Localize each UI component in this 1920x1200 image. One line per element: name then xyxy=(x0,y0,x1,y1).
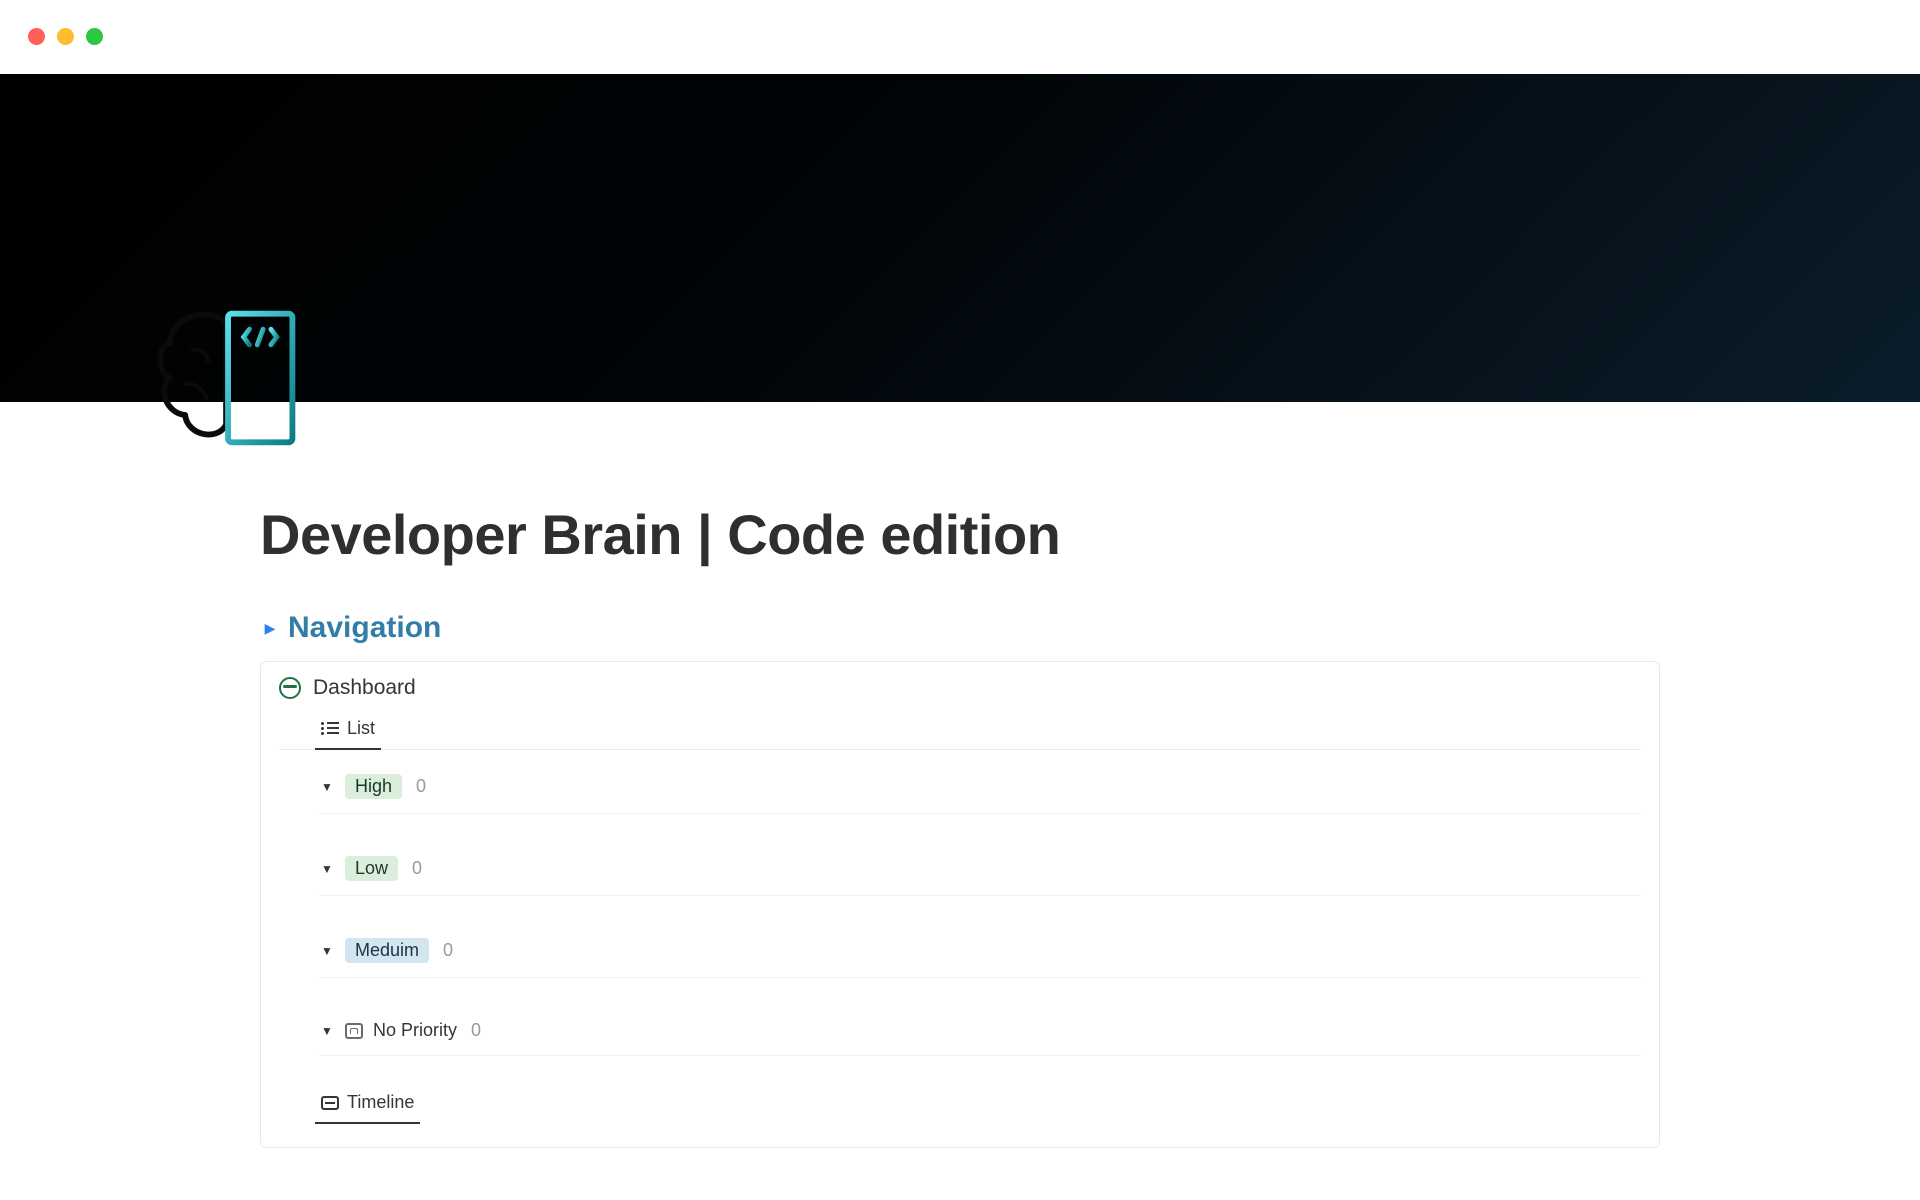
triangle-right-icon: ▶ xyxy=(260,620,280,637)
globe-icon xyxy=(279,677,301,699)
window-close-button[interactable] xyxy=(28,28,45,45)
group-no-priority[interactable]: ▼ No Priority 0 xyxy=(319,1006,1641,1056)
view-tabs: List xyxy=(279,712,1641,750)
group-medium-count: 0 xyxy=(443,940,453,961)
list-icon xyxy=(321,722,339,736)
group-low-count: 0 xyxy=(412,858,422,879)
chevron-down-icon[interactable]: ▼ xyxy=(319,1024,335,1038)
navigation-toggle[interactable]: ▶ Navigation xyxy=(260,611,1660,645)
priority-tag-low: Low xyxy=(345,856,398,881)
chevron-down-icon[interactable]: ▼ xyxy=(319,780,335,794)
group-low[interactable]: ▼ Low 0 xyxy=(319,842,1641,896)
tab-list[interactable]: List xyxy=(319,712,377,749)
priority-tag-medium: Meduim xyxy=(345,938,429,963)
window-minimize-button[interactable] xyxy=(57,28,74,45)
page-icon[interactable] xyxy=(152,300,308,456)
page-title[interactable]: Developer Brain | Code edition xyxy=(260,502,1660,567)
window-zoom-button[interactable] xyxy=(86,28,103,45)
chevron-down-icon[interactable]: ▼ xyxy=(319,862,335,876)
group-high[interactable]: ▼ High 0 xyxy=(319,760,1641,814)
timeline-icon xyxy=(321,1096,339,1110)
tab-list-label: List xyxy=(347,718,375,739)
navigation-toggle-label: Navigation xyxy=(288,611,441,645)
brain-code-icon xyxy=(152,300,308,456)
dashboard-header[interactable]: Dashboard xyxy=(279,676,1641,700)
page-content: Developer Brain | Code edition ▶ Navigat… xyxy=(130,402,1790,1148)
window-titlebar xyxy=(0,0,1920,74)
dashboard-title: Dashboard xyxy=(313,676,416,700)
secondary-view-tabs: Timeline xyxy=(279,1086,1641,1123)
group-no-priority-count: 0 xyxy=(471,1020,481,1041)
chevron-down-icon[interactable]: ▼ xyxy=(319,944,335,958)
group-medium[interactable]: ▼ Meduim 0 xyxy=(319,924,1641,978)
priority-tag-none: No Priority xyxy=(373,1020,457,1041)
tab-timeline[interactable]: Timeline xyxy=(319,1086,416,1123)
group-high-count: 0 xyxy=(416,776,426,797)
priority-tag-high: High xyxy=(345,774,402,799)
empty-tag-icon xyxy=(345,1023,363,1039)
tab-timeline-label: Timeline xyxy=(347,1092,414,1113)
dashboard-card: Dashboard List ▼ High 0 ▼ Low 0 ▼ Meduim… xyxy=(260,661,1660,1148)
